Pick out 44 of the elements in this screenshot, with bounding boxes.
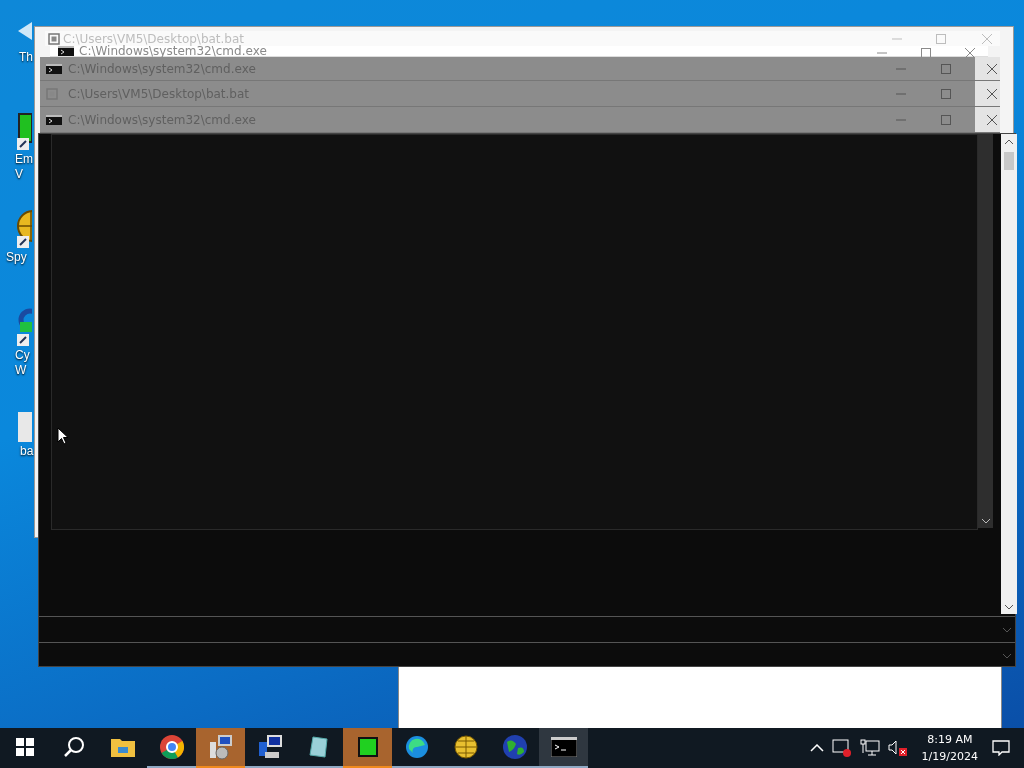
clock[interactable]: 8:19 AM 1/19/2024 xyxy=(915,731,984,765)
console-icon xyxy=(550,737,577,757)
close-button[interactable] xyxy=(965,48,975,58)
search-icon xyxy=(62,736,85,758)
chevron-up-icon[interactable] xyxy=(809,744,824,752)
chip-icon[interactable] xyxy=(16,112,32,150)
clock-date: 1/19/2024 xyxy=(921,749,978,765)
desktop-icon-label: ba xyxy=(20,444,34,459)
folder-icon xyxy=(110,737,135,757)
windows-start-icon xyxy=(15,738,34,756)
cycle-icon[interactable] xyxy=(16,308,32,346)
desktop-icon-label: Cy W xyxy=(15,348,30,378)
desktop-icon-label: Spy xyxy=(6,250,27,265)
scrollbar-thumb[interactable] xyxy=(1004,152,1014,170)
chip-icon xyxy=(355,735,380,759)
scroll-down-icon[interactable] xyxy=(981,518,991,524)
globe-icon xyxy=(501,734,528,760)
monitor-alert-icon[interactable] xyxy=(831,739,852,757)
console-icon xyxy=(46,63,62,74)
computer-disc-icon xyxy=(207,734,234,760)
taskbar-button[interactable] xyxy=(539,728,588,768)
console-icon xyxy=(58,46,74,56)
taskbar-button[interactable] xyxy=(343,728,392,768)
close-button[interactable] xyxy=(987,88,997,99)
notification-icon[interactable] xyxy=(992,740,1010,756)
swirl-icon xyxy=(404,735,429,759)
network-computer-icon xyxy=(256,734,283,760)
mouse-pointer-icon xyxy=(57,427,69,445)
clock-time: 8:19 AM xyxy=(927,732,973,748)
desktop-icon-label: Em V xyxy=(15,152,33,182)
window-title: C:\Users\VM5\Desktop\bat.bat xyxy=(63,32,245,45)
console-icon xyxy=(46,114,62,125)
window-title: C:\Windows\system32\cmd.exe xyxy=(79,44,267,58)
scroll-up-icon[interactable] xyxy=(1004,139,1014,145)
speaker-muted-icon[interactable] xyxy=(887,739,908,757)
browser-icon xyxy=(159,735,184,759)
file-icon[interactable] xyxy=(16,410,32,442)
desktop-icon-label: Th xyxy=(19,50,33,65)
glass-sheet-icon xyxy=(306,735,331,759)
network-icon[interactable] xyxy=(859,739,880,757)
close-button[interactable] xyxy=(987,63,997,74)
radar-icon xyxy=(453,735,478,759)
close-button[interactable] xyxy=(987,114,997,125)
scroll-down-icon[interactable] xyxy=(1004,604,1014,610)
